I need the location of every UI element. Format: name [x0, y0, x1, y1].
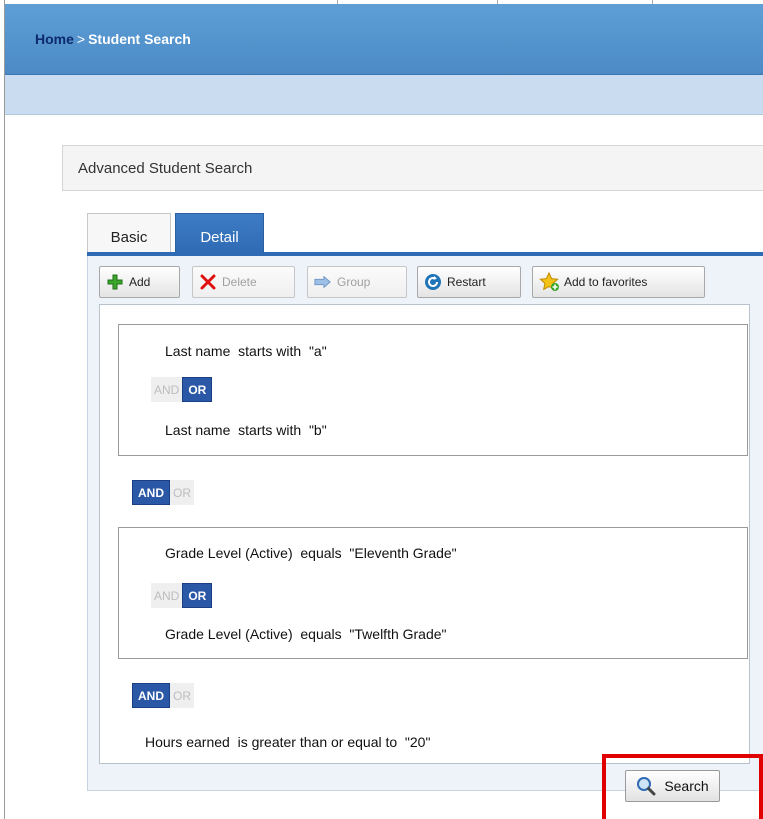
join-operator-toggle: AND OR — [132, 480, 194, 505]
condition-group-2: Grade Level (Active) equals "Eleventh Gr… — [118, 527, 748, 659]
advanced-search-header: Advanced Student Search — [62, 145, 763, 191]
breadcrumb-home-link[interactable]: Home — [35, 31, 74, 47]
sub-header-bar — [5, 75, 763, 115]
operator-and-option[interactable]: AND — [132, 683, 170, 708]
group-operator-toggle: AND OR — [151, 377, 213, 402]
star-add-icon — [539, 272, 561, 291]
group-arrow-icon — [314, 273, 332, 291]
operator-or-option[interactable]: OR — [182, 377, 213, 402]
delete-x-icon — [199, 273, 217, 291]
plus-icon — [106, 273, 124, 291]
condition-row[interactable]: Hours earned is greater than or equal to… — [145, 734, 430, 750]
tab-basic[interactable]: Basic — [87, 213, 171, 253]
operator-and-option[interactable]: AND — [132, 480, 170, 505]
highlight-box — [602, 754, 763, 819]
add-to-favorites-button[interactable]: Add to favorites — [532, 266, 705, 298]
favorites-button-label: Add to favorites — [564, 275, 648, 289]
join-operator-toggle: AND OR — [132, 683, 194, 708]
operator-or-option[interactable]: OR — [170, 683, 194, 708]
header-bar: Home > Student Search — [5, 4, 763, 75]
operator-or-option[interactable]: OR — [182, 583, 213, 608]
condition-row[interactable]: Grade Level (Active) equals "Eleventh Gr… — [165, 545, 457, 561]
breadcrumb-current: Student Search — [88, 31, 191, 47]
tab-detail[interactable]: Detail — [175, 213, 264, 253]
group-button[interactable]: Group — [307, 266, 407, 298]
breadcrumb-separator: > — [76, 31, 86, 47]
group-button-label: Group — [337, 275, 371, 289]
restart-button[interactable]: Restart — [417, 266, 521, 298]
condition-row[interactable]: Last name starts with "a" — [165, 343, 327, 359]
condition-row[interactable]: Last name starts with "b" — [165, 422, 327, 438]
add-button[interactable]: Add — [99, 266, 180, 298]
group-operator-toggle: AND OR — [151, 583, 213, 608]
breadcrumb: Home > Student Search — [35, 31, 191, 47]
add-button-label: Add — [129, 275, 151, 289]
restart-icon — [424, 273, 442, 291]
operator-or-option[interactable]: OR — [170, 480, 194, 505]
condition-row[interactable]: Grade Level (Active) equals "Twelfth Gra… — [165, 626, 447, 642]
delete-button-label: Delete — [222, 275, 257, 289]
operator-and-option[interactable]: AND — [151, 583, 183, 608]
delete-button[interactable]: Delete — [192, 266, 295, 298]
restart-button-label: Restart — [447, 275, 486, 289]
window-left-border — [0, 0, 5, 819]
condition-group-1: Last name starts with "a" AND OR Last nam… — [118, 324, 748, 456]
operator-and-option[interactable]: AND — [151, 377, 183, 402]
page-title: Advanced Student Search — [78, 160, 253, 177]
